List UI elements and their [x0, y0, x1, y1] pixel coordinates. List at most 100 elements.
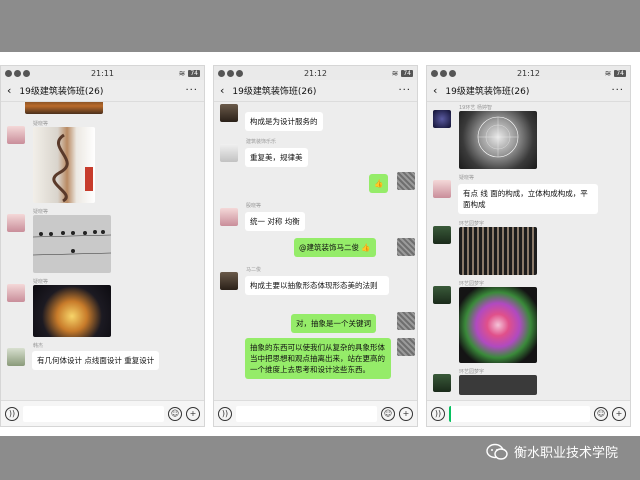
avatar[interactable] [220, 208, 238, 226]
status-notification-icons [218, 69, 243, 77]
more-icon[interactable]: ··· [185, 85, 198, 96]
avatar[interactable] [220, 272, 238, 290]
wifi-icon: ≋ [178, 68, 186, 78]
chat-title: 19级建筑装饰班(26) [19, 87, 104, 97]
self-avatar[interactable] [397, 312, 415, 330]
chat-header: ‹ 19级建筑装饰班(26) ··· [427, 80, 630, 102]
status-bar: 21:12 ≋ 74 [427, 66, 630, 80]
voice-icon[interactable]: )) [218, 406, 232, 421]
sunset-photo[interactable] [25, 102, 103, 114]
chat-messages[interactable]: 构成是为设计服务的 建筑装饰乐乐 重复美，规律美 👍 殷晓等 统一 对称 均衡 … [214, 102, 417, 400]
message-bubble: 重复美，规律美 [245, 148, 308, 167]
sender-name: 环艺园梦宇 [459, 369, 485, 375]
avatar[interactable] [433, 110, 451, 128]
sender-name: 疑晓等 [33, 209, 49, 215]
status-time: 21:11 [90, 68, 115, 78]
battery-indicator: 74 [614, 69, 626, 77]
night-lights-photo[interactable] [33, 285, 111, 337]
message-input[interactable] [236, 405, 377, 422]
watermark: 衡水职业技术学院 [486, 442, 618, 461]
message-bubble: 有点 线 面的构成，立体构成构成，平面构成 [458, 184, 598, 214]
avatar[interactable] [433, 286, 451, 304]
input-bar: )) ☺ + [214, 400, 417, 426]
staircase-photo[interactable] [33, 127, 95, 203]
sphere-drawing [477, 116, 519, 158]
sender-name: 马二俊 [246, 267, 262, 273]
avatar[interactable] [7, 284, 25, 302]
image-message[interactable] [433, 110, 451, 128]
avatar[interactable] [433, 180, 451, 198]
phone-screenshot-3: 21:12 ≋ 74 ‹ 19级建筑装饰班(26) ··· 19环艺 杨婷智 疑晓… [426, 65, 631, 427]
message-bubble: 有几何体设计 点线面设计 重复设计 [32, 351, 160, 370]
status-bar: 21:11 ≋ 74 [1, 66, 204, 80]
sticker-message: 👍 [369, 174, 389, 193]
sender-name: 韩杰 [33, 343, 44, 349]
image-message[interactable] [7, 126, 25, 144]
emoji-icon[interactable]: ☺ [168, 406, 182, 421]
status-notification-icons [5, 69, 30, 77]
radial-light-photo[interactable] [459, 287, 537, 363]
message-bubble-outgoing: @建筑装饰马二俊 👍 [294, 238, 376, 257]
text-message [220, 272, 238, 290]
staircase-drawing [52, 133, 93, 203]
more-icon[interactable]: ··· [398, 85, 411, 96]
emoji-icon[interactable]: ☺ [594, 406, 608, 421]
back-chevron-icon[interactable]: ‹ [7, 84, 11, 97]
phone-screenshot-1: 21:11 ≋ 74 ‹ 19级建筑装饰班(26) ··· 疑晓等 疑晓等 疑晓等 [0, 65, 205, 427]
partial-photo[interactable] [459, 375, 537, 395]
avatar[interactable] [220, 104, 238, 122]
chat-header: ‹ 19级建筑装饰班(26) ··· [1, 80, 204, 102]
chat-messages[interactable]: 19环艺 杨婷智 疑晓等 有点 线 面的构成，立体构成构成，平面构成 环艺园梦宇… [427, 102, 630, 400]
image-message[interactable] [433, 226, 451, 244]
self-avatar[interactable] [397, 338, 415, 356]
watermark-text: 衡水职业技术学院 [513, 446, 618, 461]
avatar[interactable] [7, 348, 25, 366]
status-time: 21:12 [303, 68, 328, 78]
message-input[interactable] [23, 405, 164, 422]
message-bubble-outgoing: 对，抽象是一个关键词 [291, 314, 376, 333]
birds-on-wire-photo[interactable] [32, 215, 112, 273]
plus-icon[interactable]: + [612, 406, 626, 421]
chat-messages[interactable]: 疑晓等 疑晓等 疑晓等 韩杰 有几何体设计 点线面设计 重复设计 [1, 102, 204, 400]
sender-name: 疑晓等 [33, 279, 49, 285]
text-message [433, 180, 451, 198]
message-bubble: 构成是为设计服务的 [245, 112, 323, 131]
image-message[interactable] [7, 284, 25, 302]
image-message[interactable] [433, 374, 451, 392]
status-time: 21:12 [516, 68, 541, 78]
self-avatar[interactable] [397, 238, 415, 256]
avatar[interactable] [7, 126, 25, 144]
wifi-icon: ≋ [604, 68, 612, 78]
text-message [7, 348, 25, 366]
emoji-icon[interactable]: ☺ [381, 406, 395, 421]
avatar[interactable] [7, 214, 25, 232]
sphere-sculpture-photo[interactable] [459, 111, 537, 169]
back-chevron-icon[interactable]: ‹ [433, 84, 437, 97]
sender-name: 建筑装饰乐乐 [246, 139, 277, 145]
voice-icon[interactable]: )) [5, 406, 19, 421]
plus-icon[interactable]: + [399, 406, 413, 421]
message-input[interactable] [449, 405, 590, 422]
voice-icon[interactable]: )) [431, 406, 445, 421]
image-message[interactable] [25, 102, 103, 114]
text-message [220, 144, 238, 162]
plus-icon[interactable]: + [186, 406, 200, 421]
more-icon[interactable]: ··· [611, 85, 624, 96]
image-message[interactable] [433, 286, 451, 304]
avatar[interactable] [220, 144, 238, 162]
grid-facade-photo[interactable] [459, 227, 537, 275]
status-bar: 21:12 ≋ 74 [214, 66, 417, 80]
avatar[interactable] [433, 226, 451, 244]
sender-name: 疑晓等 [459, 175, 475, 181]
self-avatar[interactable] [397, 172, 415, 190]
image-message[interactable] [7, 214, 25, 232]
chat-header: ‹ 19级建筑装饰班(26) ··· [214, 80, 417, 102]
text-message [220, 104, 238, 122]
status-right: ≋ 74 [605, 69, 626, 78]
back-chevron-icon[interactable]: ‹ [220, 84, 224, 97]
avatar[interactable] [433, 374, 451, 392]
status-right: ≋ 74 [392, 69, 413, 78]
chat-title: 19级建筑装饰班(26) [445, 87, 530, 97]
message-bubble: 构成主要以抽象形态体现形态美的法则 [245, 276, 389, 295]
sender-name: 疑晓等 [33, 121, 49, 127]
